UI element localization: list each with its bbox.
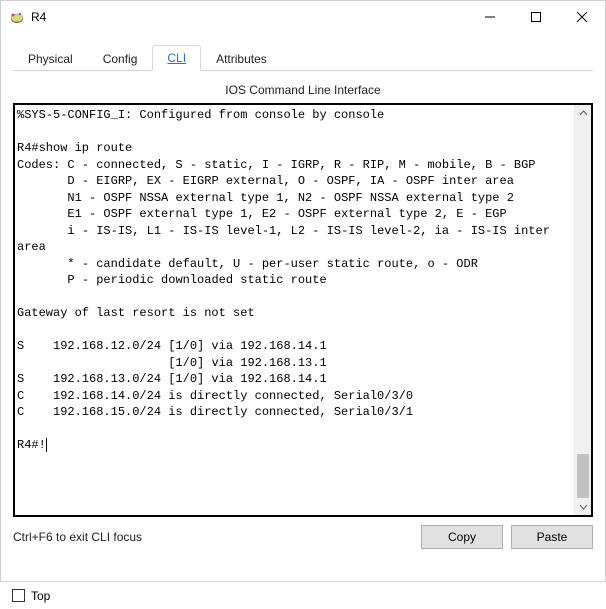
terminal-text: %SYS-5-CONFIG_I: Configured from console… — [17, 108, 557, 452]
top-label: Top — [31, 589, 50, 603]
cli-hint: Ctrl+F6 to exit CLI focus — [13, 530, 142, 544]
close-button[interactable] — [559, 1, 605, 33]
tab-physical[interactable]: Physical — [13, 46, 88, 71]
scroll-thumb[interactable] — [577, 454, 589, 498]
terminal-output[interactable]: %SYS-5-CONFIG_I: Configured from console… — [15, 105, 574, 515]
title-bar: R4 — [1, 1, 605, 33]
scroll-track[interactable] — [575, 122, 591, 498]
minimize-button[interactable] — [467, 1, 513, 33]
terminal-cursor — [46, 438, 47, 452]
paste-button[interactable]: Paste — [511, 525, 593, 549]
cli-panel: IOS Command Line Interface %SYS-5-CONFIG… — [13, 71, 593, 549]
app-icon — [9, 9, 25, 25]
top-checkbox[interactable] — [12, 589, 25, 602]
scroll-up-arrow[interactable] — [575, 105, 591, 122]
scroll-down-arrow[interactable] — [575, 498, 591, 515]
window-title: R4 — [31, 10, 46, 24]
cli-heading: IOS Command Line Interface — [13, 83, 593, 97]
tab-attributes[interactable]: Attributes — [201, 46, 282, 71]
window-controls — [467, 1, 605, 33]
maximize-button[interactable] — [513, 1, 559, 33]
tab-cli[interactable]: CLI — [152, 45, 201, 71]
terminal-scrollbar[interactable] — [574, 105, 591, 515]
terminal-toolbar: Ctrl+F6 to exit CLI focus Copy Paste — [13, 525, 593, 549]
tab-bar: Physical Config CLI Attributes — [13, 45, 593, 71]
content-area: Physical Config CLI Attributes IOS Comma… — [1, 33, 605, 549]
copy-button[interactable]: Copy — [421, 525, 503, 549]
tab-config[interactable]: Config — [88, 46, 153, 71]
footer-bar: Top — [0, 581, 606, 609]
terminal-container: %SYS-5-CONFIG_I: Configured from console… — [13, 103, 593, 517]
